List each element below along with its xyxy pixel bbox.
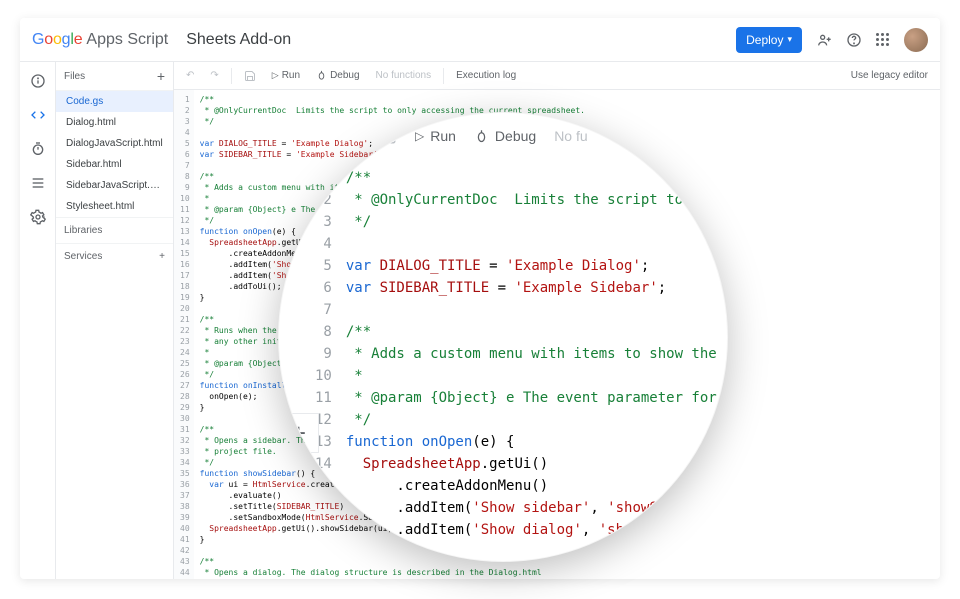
zoom-no-functions: No fu	[554, 128, 587, 144]
zoom-debug-button: Debug	[474, 128, 536, 144]
files-panel: Files + Code.gsDialog.htmlDialogJavaScrip…	[56, 62, 174, 579]
services-header: Services	[64, 251, 102, 262]
zoom-plus-icon: +	[279, 413, 319, 453]
file-item[interactable]: SidebarJavaScript.html	[56, 175, 173, 196]
google-logo: Google	[32, 31, 82, 49]
debug-button[interactable]: Debug	[312, 68, 363, 83]
magnifier-overlay: ▷Run Debug No fu 12345678910111213141516…	[278, 112, 728, 562]
nav-settings-icon[interactable]	[29, 208, 47, 226]
save-button[interactable]	[240, 68, 260, 84]
no-functions-label: No functions	[372, 68, 436, 83]
legacy-editor-button[interactable]: Use legacy editor	[847, 68, 932, 83]
project-title[interactable]: Sheets Add-on	[186, 31, 291, 49]
libraries-header: Libraries	[64, 225, 102, 236]
file-item[interactable]: Sidebar.html	[56, 154, 173, 175]
avatar[interactable]	[904, 28, 928, 52]
undo-button[interactable]: ↶	[182, 68, 198, 83]
redo-button[interactable]: ↷	[206, 68, 222, 83]
file-item[interactable]: Code.gs	[56, 91, 173, 112]
apps-grid-icon[interactable]	[876, 33, 890, 47]
file-item[interactable]: Stylesheet.html	[56, 196, 173, 217]
deploy-button[interactable]: Deploy	[736, 27, 802, 53]
file-item[interactable]: Dialog.html	[56, 112, 173, 133]
editor-toolbar: ↶ ↷ ▷Run Debug No functions Execution lo…	[174, 62, 940, 90]
nav-info-icon[interactable]	[29, 72, 47, 90]
add-file-icon[interactable]: +	[157, 68, 165, 84]
zoom-save-icon	[379, 127, 397, 145]
nav-editor-icon[interactable]	[29, 106, 47, 124]
run-button[interactable]: ▷Run	[268, 68, 304, 83]
add-user-icon[interactable]	[816, 32, 832, 48]
product-name: Apps Script	[86, 31, 168, 49]
add-service-icon[interactable]: +	[159, 251, 165, 262]
zoom-run-button: ▷Run	[415, 128, 456, 144]
nav-triggers-icon[interactable]	[29, 140, 47, 158]
help-icon[interactable]	[846, 32, 862, 48]
execution-log-button[interactable]: Execution log	[452, 68, 520, 83]
nav-executions-icon[interactable]	[29, 174, 47, 192]
nav-rail	[20, 62, 56, 579]
files-header: Files	[64, 71, 85, 82]
file-item[interactable]: DialogJavaScript.html	[56, 133, 173, 154]
